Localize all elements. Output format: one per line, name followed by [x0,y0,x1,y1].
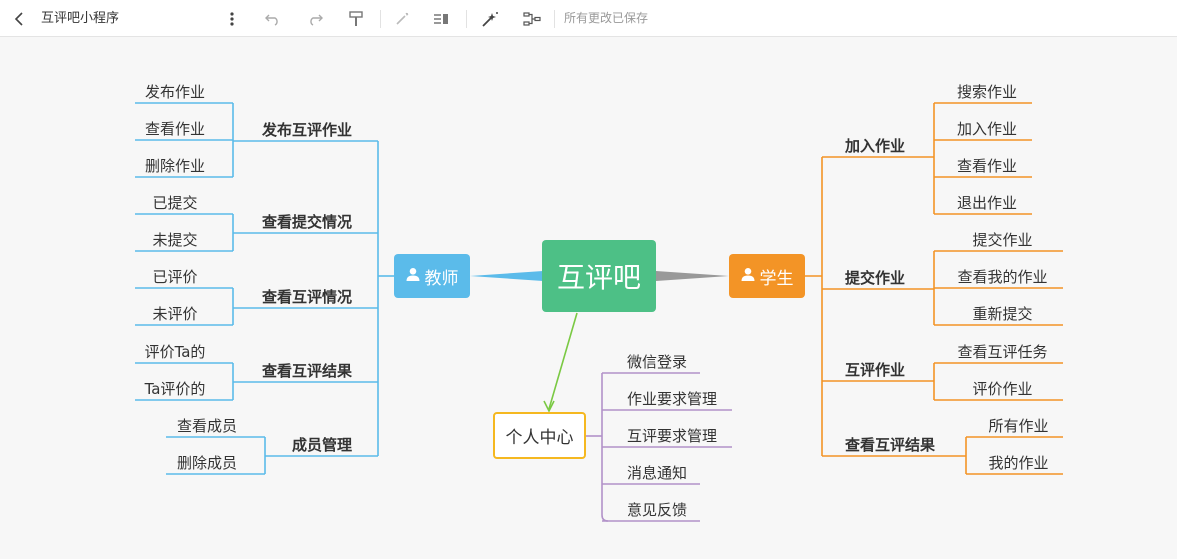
arrowhead [543,400,555,413]
toolbar: 互评吧小程序 所有更改已保存 [0,0,1177,37]
root-student-connector [656,271,729,281]
user-icon [741,266,755,286]
teacher-branch-label[interactable]: 成员管理 [292,436,352,454]
structure-icon[interactable] [521,0,543,37]
document-title: 互评吧小程序 [41,11,120,26]
teacher-leaf-label[interactable]: 查看成员 [177,417,237,435]
back-icon[interactable] [10,0,30,37]
undo-icon[interactable] [263,0,283,37]
teacher-leaf-label[interactable]: 评价Ta的 [145,343,206,361]
personal-center-node[interactable]: 个人中心 [493,412,586,459]
redo-icon[interactable] [305,0,325,37]
student-leaf-label[interactable]: 搜索作业 [957,83,1017,101]
personal-leaf-label[interactable]: 意见反馈 [627,501,687,519]
student-leaf-label[interactable]: 评价作业 [972,380,1032,398]
teacher-leaf-label[interactable]: 删除成员 [177,454,237,472]
teacher-leaf-label[interactable]: 发布作业 [145,83,205,101]
student-label: 学生 [759,268,794,289]
student-branch-label[interactable]: 查看互评结果 [845,436,936,454]
teacher-leaf-label[interactable]: 未评价 [152,305,197,323]
root-label: 互评吧 [556,261,641,294]
more-icon[interactable] [222,0,242,37]
personal-leaf-label[interactable]: 消息通知 [627,464,687,482]
student-leaf-label[interactable]: 所有作业 [988,417,1048,435]
student-branch-label[interactable]: 提交作业 [845,269,905,287]
teacher-leaf-label[interactable]: Ta评价的 [144,380,206,398]
personal-leaf-label[interactable]: 作业要求管理 [627,390,717,408]
student-branch-label[interactable]: 加入作业 [844,137,905,155]
separator [554,10,555,28]
save-status: 所有更改已保存 [564,11,649,25]
teacher-leaf-label[interactable]: 未提交 [152,231,197,249]
teacher-branch-label[interactable]: 查看互评结果 [262,362,353,380]
student-leaf-label[interactable]: 退出作业 [957,194,1017,212]
student-leaf-label[interactable]: 提交作业 [972,231,1032,249]
teacher-node[interactable]: 教师 [394,254,470,298]
teacher-label: 教师 [424,268,459,289]
root-node[interactable]: 互评吧 [542,240,656,312]
personal-leaf-label[interactable]: 微信登录 [627,353,687,371]
teacher-branch-label[interactable]: 发布互评作业 [261,121,352,139]
user-icon [406,266,420,286]
teacher-branch-label[interactable]: 查看提交情况 [262,213,352,231]
teacher-leaf-label[interactable]: 已评价 [152,268,197,286]
teacher-leaf-label[interactable]: 查看作业 [145,120,205,138]
personal-leaf-label[interactable]: 互评要求管理 [627,427,717,445]
student-branch-label[interactable]: 互评作业 [845,361,905,379]
root-teacher-connector [470,271,543,281]
sparkle-icon[interactable] [479,0,501,37]
student-leaf-label[interactable]: 我的作业 [988,454,1048,472]
student-leaf-label[interactable]: 查看互评任务 [957,343,1047,361]
root-personal-arrow [548,312,578,410]
student-leaf-label[interactable]: 重新提交 [972,305,1032,323]
student-node[interactable]: 学生 [729,254,805,298]
personal-center-label: 个人中心 [505,428,574,448]
format-painter-icon[interactable] [346,0,366,37]
student-leaf-label[interactable]: 查看作业 [957,157,1017,175]
student-leaf-label[interactable]: 加入作业 [957,120,1017,138]
magic-wand-icon[interactable] [392,0,412,37]
mindmap-canvas[interactable]: 发布互评作业 发布作业 查看作业 删除作业 查看提交情况 已提交 未提交 查看互评情况 已评价未… [0,37,1177,555]
separator [466,10,467,28]
teacher-leaf-label[interactable]: 已提交 [152,194,197,212]
layout-icon[interactable] [431,0,451,37]
student-leaf-label[interactable]: 查看我的作业 [957,268,1047,286]
separator [380,10,381,28]
teacher-branch-label[interactable]: 查看互评情况 [262,288,352,306]
teacher-leaf-label[interactable]: 删除作业 [145,157,205,175]
